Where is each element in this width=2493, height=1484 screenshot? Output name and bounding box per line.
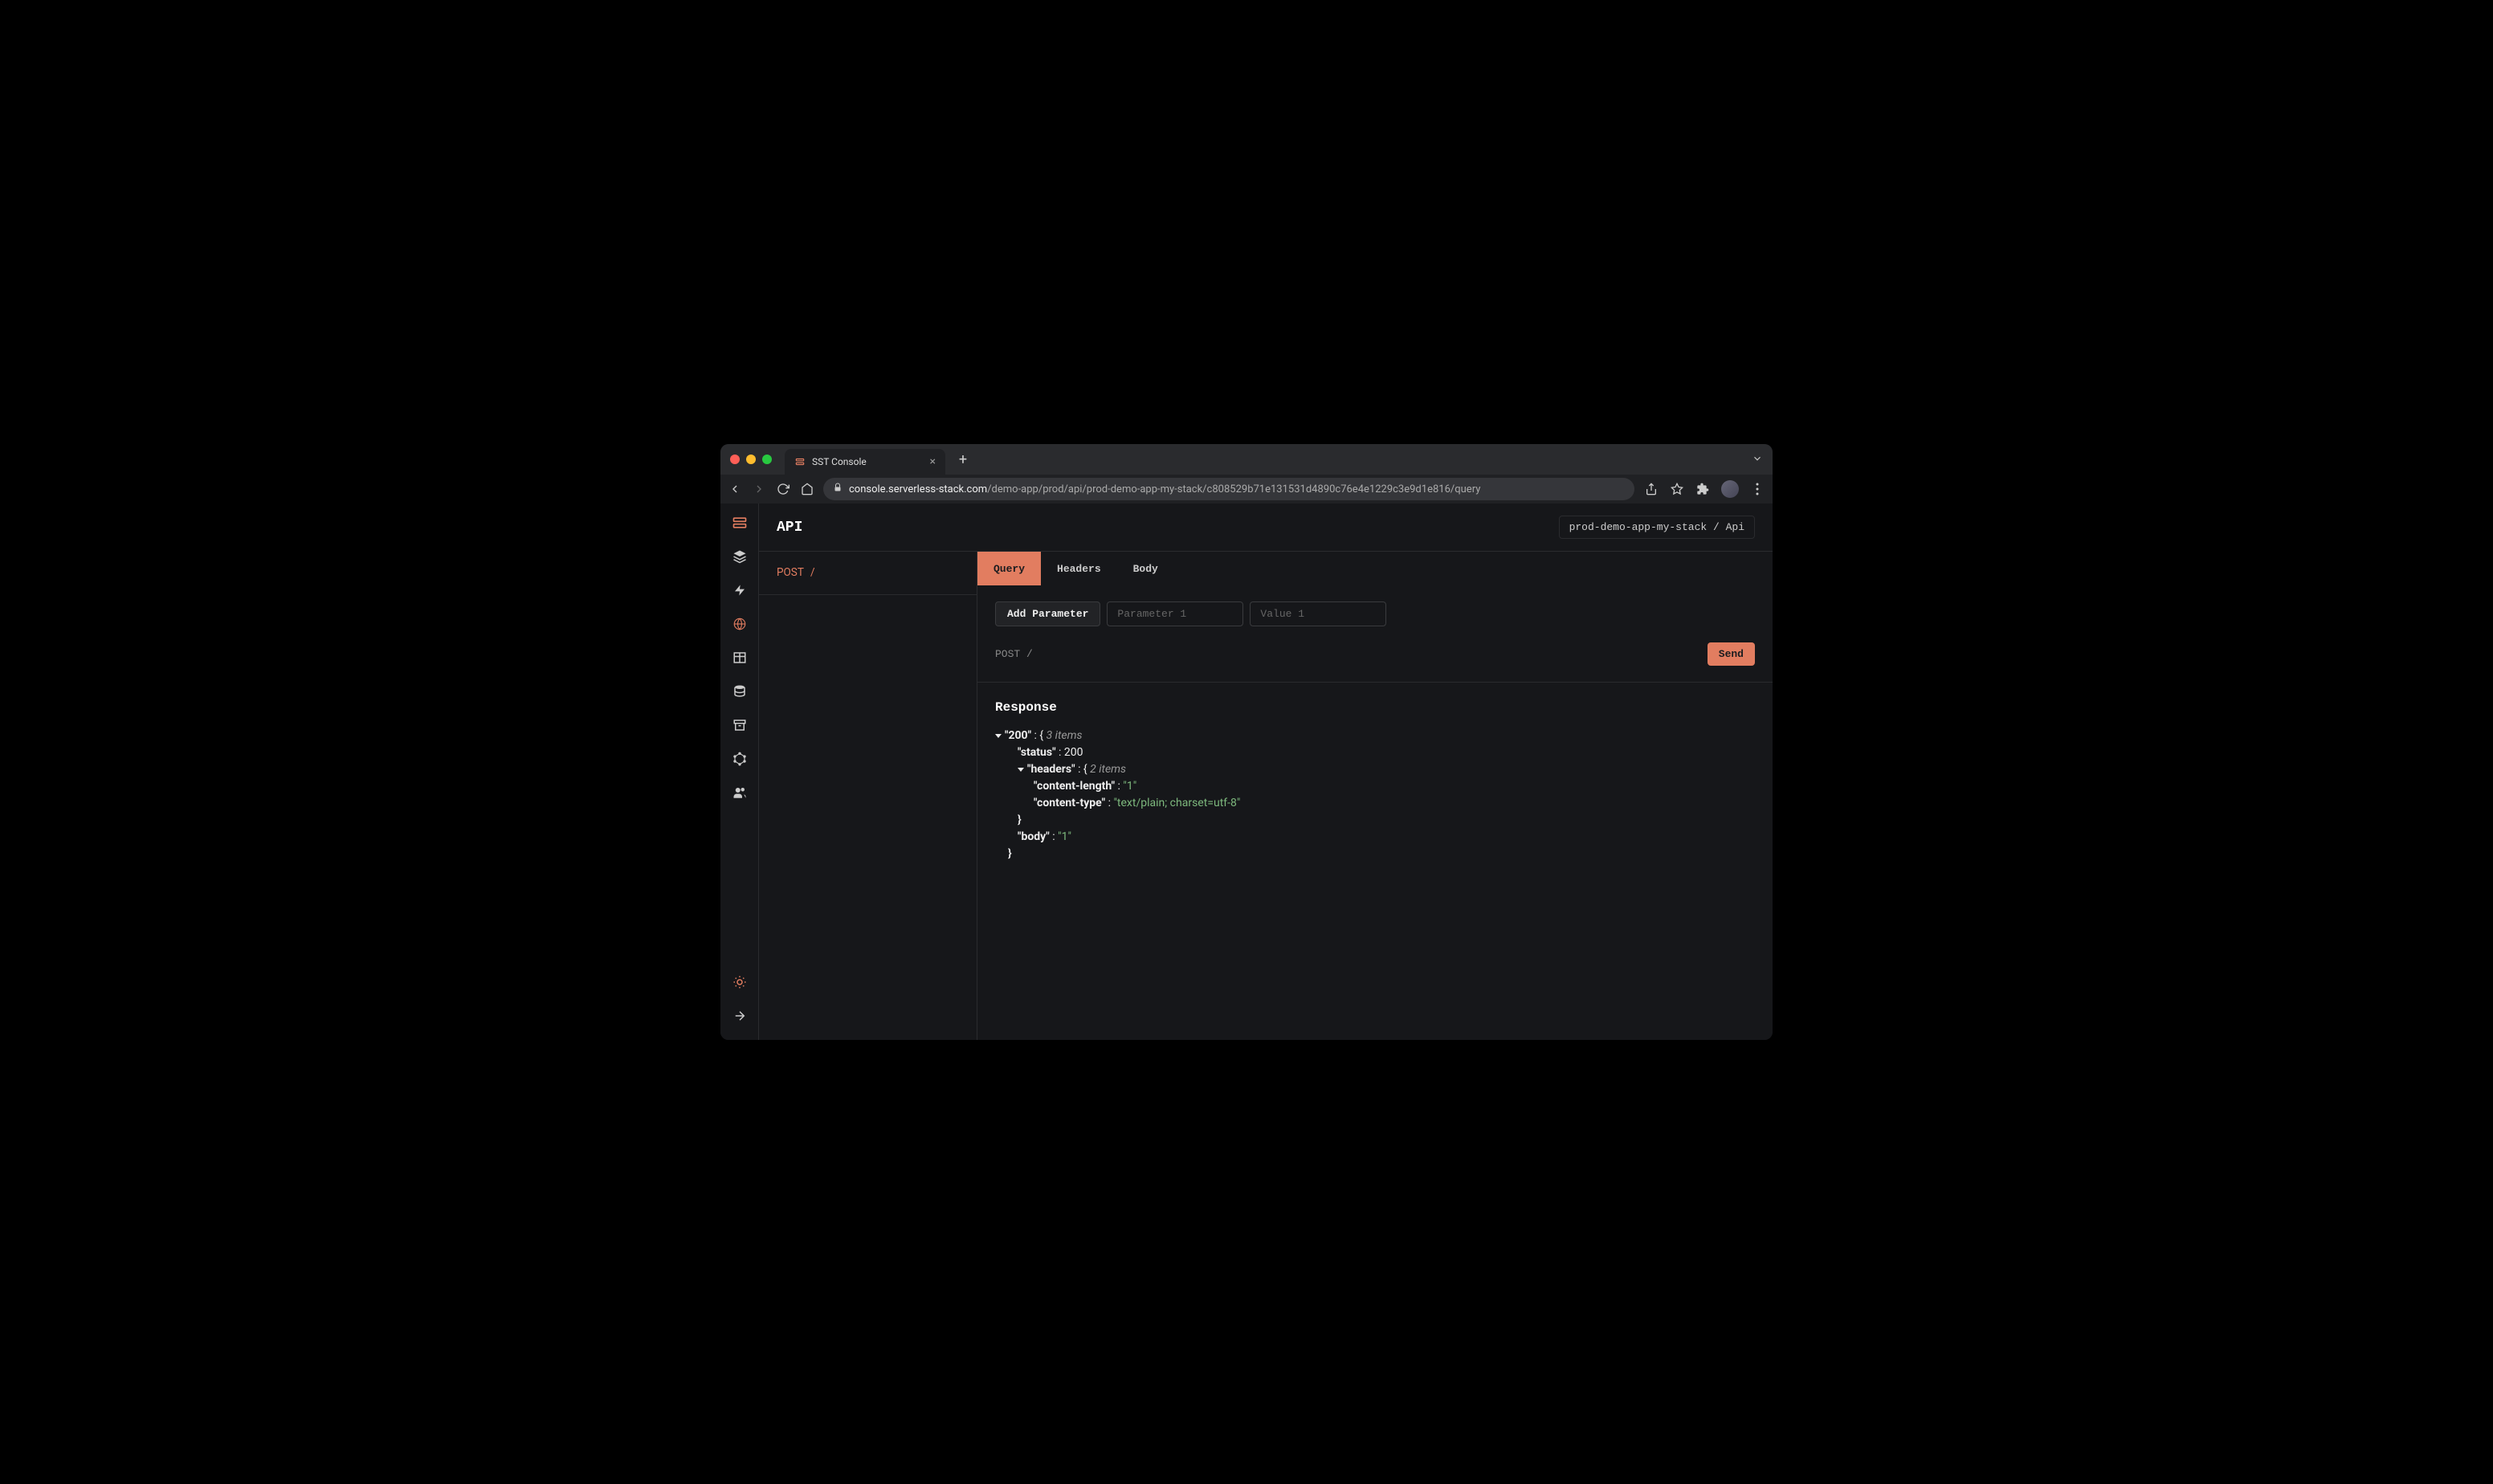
tab-body[interactable]: Body: [1117, 552, 1174, 585]
main-content: API prod-demo-app-my-stack / Api POST / …: [759, 503, 1773, 1040]
address-bar: console.serverless-stack.com/demo-app/pr…: [720, 475, 1773, 503]
app-content: API prod-demo-app-my-stack / Api POST / …: [720, 503, 1773, 1040]
traffic-lights: [730, 455, 772, 464]
collapse-arrow-icon[interactable]: [1018, 768, 1024, 772]
request-method-path: POST /: [995, 648, 1033, 660]
route-item[interactable]: POST /: [759, 552, 977, 595]
titlebar: SST Console × +: [720, 444, 1773, 475]
logo-icon[interactable]: [732, 515, 748, 531]
graphql-icon[interactable]: [732, 751, 748, 767]
browser-tab[interactable]: SST Console ×: [785, 449, 945, 475]
home-icon[interactable]: [801, 483, 814, 495]
collapse-arrow-icon[interactable]: [995, 734, 1002, 738]
send-row: POST / Send: [977, 642, 1773, 683]
send-button[interactable]: Send: [1708, 642, 1755, 666]
browser-window: SST Console × + console.serverless-stack…: [720, 444, 1773, 1040]
back-icon[interactable]: [728, 483, 741, 495]
collapse-icon[interactable]: [732, 1008, 748, 1024]
url-text: console.serverless-stack.com/demo-app/pr…: [849, 483, 1480, 495]
sidebar: [720, 503, 759, 1040]
database-icon[interactable]: [732, 683, 748, 699]
tab-headers[interactable]: Headers: [1041, 552, 1117, 585]
param-value-input[interactable]: [1250, 601, 1386, 626]
share-icon[interactable]: [1644, 482, 1659, 496]
tab-favicon-icon: [794, 456, 806, 467]
users-icon[interactable]: [732, 785, 748, 801]
request-tabs: Query Headers Body: [977, 552, 1773, 585]
route-path: /: [810, 566, 815, 579]
functions-icon[interactable]: [732, 582, 748, 598]
extensions-icon[interactable]: [1695, 482, 1710, 496]
params-row: Add Parameter: [977, 585, 1773, 642]
new-tab-button[interactable]: +: [953, 450, 973, 469]
tab-close-icon[interactable]: ×: [930, 455, 936, 468]
response-json: "200" : { 3 items "status" : 200 "header…: [995, 728, 1755, 862]
addr-actions: [1644, 480, 1765, 498]
stacks-icon[interactable]: [732, 548, 748, 565]
page-header: API prod-demo-app-my-stack / Api: [759, 503, 1773, 552]
tab-title: SST Console: [812, 456, 867, 467]
menu-icon[interactable]: [1750, 482, 1765, 496]
lock-icon: [833, 483, 843, 495]
table-icon[interactable]: [732, 650, 748, 666]
close-window-icon[interactable]: [730, 455, 740, 464]
add-parameter-button[interactable]: Add Parameter: [995, 601, 1100, 626]
bookmark-icon[interactable]: [1670, 482, 1684, 496]
reload-icon[interactable]: [777, 483, 790, 495]
tab-query[interactable]: Query: [977, 552, 1041, 585]
browser-tabs: SST Console × +: [785, 444, 973, 475]
breadcrumb[interactable]: prod-demo-app-my-stack / Api: [1559, 516, 1755, 539]
api-icon[interactable]: [732, 616, 748, 632]
page-title: API: [777, 520, 802, 536]
nav-icons: [728, 483, 814, 495]
archive-icon[interactable]: [732, 717, 748, 733]
maximize-window-icon[interactable]: [762, 455, 772, 464]
response-area: Response "200" : { 3 items "status" : 20…: [977, 683, 1773, 880]
url-field[interactable]: console.serverless-stack.com/demo-app/pr…: [823, 478, 1634, 500]
theme-icon[interactable]: [732, 974, 748, 990]
profile-avatar[interactable]: [1721, 480, 1739, 498]
minimize-window-icon[interactable]: [746, 455, 756, 464]
body-area: POST / Query Headers Body Add Parameter: [759, 552, 1773, 1040]
forward-icon[interactable]: [753, 483, 765, 495]
request-panel: Query Headers Body Add Parameter POST / …: [977, 552, 1773, 1040]
param-name-input[interactable]: [1107, 601, 1243, 626]
response-title: Response: [995, 700, 1755, 715]
route-method: POST: [777, 566, 804, 579]
window-menu-icon[interactable]: [1752, 452, 1763, 467]
routes-panel: POST /: [759, 552, 977, 1040]
